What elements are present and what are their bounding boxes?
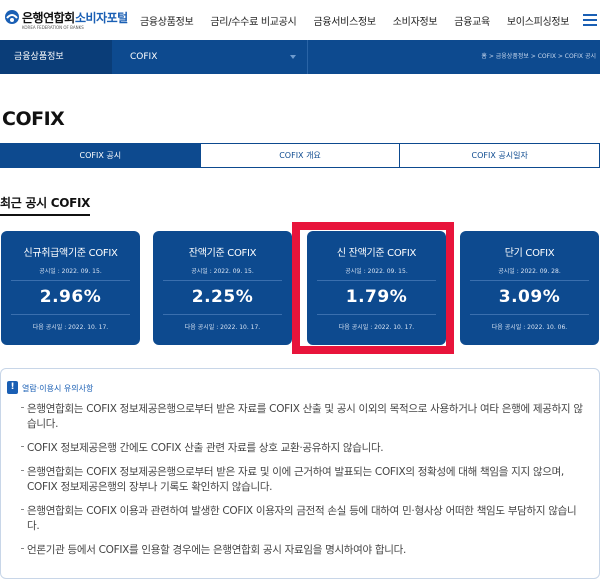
cofix-card-new-amount: 신규취급액기준 COFIX 공시일 : 2022. 09. 15. 2.96% … — [1, 231, 140, 345]
card-divider — [470, 280, 589, 281]
section-title: 최근 공시 COFIX — [0, 194, 90, 216]
logo-subtitle: KOREA FEDERATION OF BANKS — [22, 25, 84, 30]
nav-item-rate-compare[interactable]: 금리/수수료 비교공시 — [210, 13, 296, 28]
card-disclosure-date: 공시일 : 2022. 09. 15. — [191, 268, 254, 275]
card-disclosure-date: 공시일 : 2022. 09. 15. — [39, 268, 102, 275]
nav-item-products[interactable]: 금융상품정보 — [140, 13, 194, 28]
cofix-card-short-term: 단기 COFIX 공시일 : 2022. 09. 28. 3.09% 다음 공시… — [460, 231, 599, 345]
main-nav: 금융상품정보 금리/수수료 비교공시 금융서비스정보 소비자정보 금융교육 보이… — [140, 0, 586, 40]
nav-item-education[interactable]: 금융교육 — [454, 13, 490, 28]
logo-mark-icon — [5, 10, 19, 24]
nav-item-consumer[interactable]: 소비자정보 — [393, 13, 438, 28]
card-divider — [11, 314, 130, 315]
card-rate-value: 3.09% — [498, 287, 561, 307]
logo-name: 은행연합회 — [22, 11, 75, 25]
hamburger-menu-icon[interactable] — [583, 14, 597, 26]
site-header: 은행연합회 소비자포털 KOREA FEDERATION OF BANKS 금융… — [0, 0, 600, 40]
card-title: 단기 COFIX — [504, 248, 555, 259]
tab-cofix-overview[interactable]: COFIX 개요 — [200, 144, 401, 167]
notice-item: 은행연합회는 COFIX 이용과 관련하여 발생한 COFIX 이용자의 금전적… — [21, 504, 587, 534]
usage-notice-box: ! 열람·이용시 유의사항 은행연합회는 COFIX 정보제공은행으로부터 받은… — [0, 368, 600, 579]
warning-icon: ! — [7, 381, 18, 394]
card-title: 잔액기준 COFIX — [188, 248, 257, 259]
tab-bar: COFIX 공시 COFIX 개요 COFIX 공시일자 — [0, 143, 600, 168]
tab-cofix-schedule[interactable]: COFIX 공시일자 — [400, 144, 600, 167]
notice-item: COFIX 정보제공은행 간에도 COFIX 산출 관련 자료를 상호 교환·공… — [21, 441, 587, 456]
card-rate-value: 2.96% — [39, 287, 102, 307]
nav-item-voicephishing[interactable]: 보이스피싱정보 — [507, 13, 570, 28]
breadcrumb: 홈 > 금융상품정보 > COFIX > COFIX 공시 — [481, 53, 596, 60]
card-next-date: 다음 공시일 : 2022. 10. 06. — [491, 324, 568, 331]
card-next-date: 다음 공시일 : 2022. 10. 17. — [32, 324, 109, 331]
chevron-down-icon[interactable] — [290, 55, 296, 59]
page-title: COFIX — [2, 108, 65, 130]
nav-item-services[interactable]: 금융서비스정보 — [313, 13, 376, 28]
card-next-date: 다음 공시일 : 2022. 10. 17. — [184, 324, 261, 331]
card-divider — [163, 280, 282, 281]
page-select-dropdown[interactable]: COFIX — [112, 40, 308, 74]
category-dropdown[interactable]: 금융상품정보 — [0, 40, 112, 74]
card-divider — [470, 314, 589, 315]
highlight-box — [292, 222, 454, 354]
card-disclosure-date: 공시일 : 2022. 09. 28. — [498, 268, 561, 275]
notice-item: 언론기관 등에서 COFIX를 인용할 경우에는 은행연합회 공시 자료임을 명… — [21, 543, 587, 558]
sub-navigation-bar: 금융상품정보 COFIX 홈 > 금융상품정보 > COFIX > COFIX … — [0, 40, 600, 74]
site-logo[interactable]: 은행연합회 소비자포털 KOREA FEDERATION OF BANKS — [2, 6, 128, 34]
cofix-card-balance: 잔액기준 COFIX 공시일 : 2022. 09. 15. 2.25% 다음 … — [153, 231, 292, 345]
card-divider — [163, 314, 282, 315]
card-title: 신규취급액기준 COFIX — [23, 248, 118, 259]
tab-cofix-disclosure[interactable]: COFIX 공시 — [1, 144, 201, 167]
card-divider — [11, 280, 130, 281]
notice-item: 은행연합회는 COFIX 정보제공은행으로부터 받은 자료를 COFIX 산출 … — [21, 402, 587, 432]
logo-portal: 소비자포털 — [75, 11, 128, 25]
notice-title: 열람·이용시 유의사항 — [22, 384, 94, 393]
notice-item: 은행연합회는 COFIX 정보제공은행으로부터 받은 자료 및 이에 근거하여 … — [21, 465, 587, 495]
card-rate-value: 2.25% — [191, 287, 254, 307]
